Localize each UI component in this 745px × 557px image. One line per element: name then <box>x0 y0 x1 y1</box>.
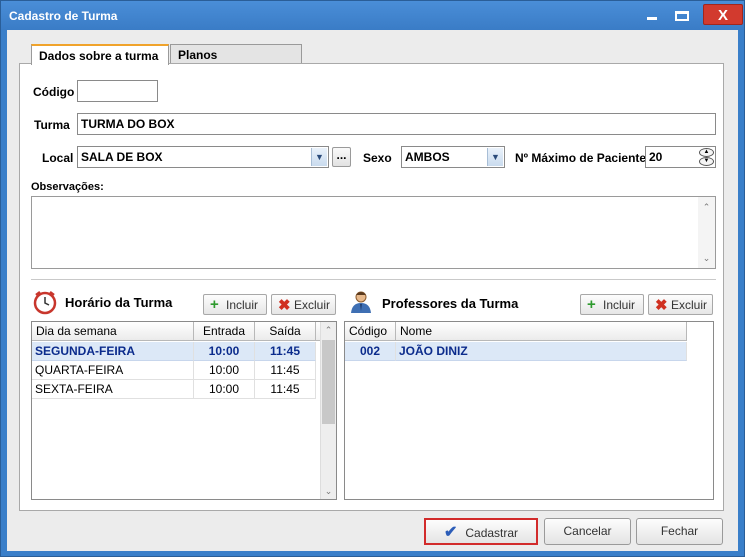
cell-dia: SEXTA-FEIRA <box>32 380 194 399</box>
professores-title: Professores da Turma <box>382 296 519 311</box>
section-divider <box>31 279 716 280</box>
table-row[interactable]: QUARTA-FEIRA 10:00 11:45 <box>32 361 316 380</box>
tab-planos-relacionados[interactable]: Planos relacionados <box>170 44 302 76</box>
title-bar[interactable]: Cadastro de Turma X <box>1 1 744 30</box>
turma-input[interactable]: TURMA DO BOX <box>77 113 716 135</box>
scroll-down-icon[interactable]: ⌄ <box>698 250 715 266</box>
horario-scrollbar[interactable]: ⌃ ⌄ <box>320 322 336 499</box>
scroll-down-icon[interactable]: ⌄ <box>321 483 336 499</box>
horario-grid[interactable]: Dia da semana Entrada Saída SEGUNDA-FEIR… <box>31 321 337 500</box>
cell-entrada: 10:00 <box>194 380 255 399</box>
tab-dados-sobre-a-turma[interactable]: Dados sobre a turma <box>31 44 169 65</box>
cancelar-button[interactable]: Cancelar <box>544 518 631 545</box>
observacoes-label: Observações: <box>31 181 104 193</box>
local-ellipsis-button[interactable]: ... <box>332 147 351 167</box>
local-value: SALA DE BOX <box>81 150 163 164</box>
cell-saida: 11:45 <box>255 380 316 399</box>
local-label: Local <box>42 151 74 165</box>
codigo-label: Código <box>33 85 75 99</box>
chevron-down-icon[interactable]: ▼ <box>487 148 503 166</box>
horario-title: Horário da Turma <box>65 295 173 310</box>
professores-incluir-button[interactable]: + Incluir <box>580 294 644 315</box>
fechar-button[interactable]: Fechar <box>636 518 723 545</box>
column-header-dia[interactable]: Dia da semana <box>32 322 194 341</box>
chevron-down-icon[interactable]: ▼ <box>311 148 327 166</box>
professores-grid-header: Código Nome <box>345 322 687 341</box>
close-button[interactable]: X <box>703 4 743 25</box>
professores-grid[interactable]: Código Nome 002 JOÃO DINIZ <box>344 321 714 500</box>
minimize-button[interactable] <box>639 4 665 25</box>
maximize-icon <box>675 10 689 21</box>
spin-down-icon[interactable]: ▼ <box>699 157 714 166</box>
cadastrar-button[interactable]: ✔ Cadastrar <box>424 518 538 545</box>
sexo-value: AMBOS <box>405 150 450 164</box>
table-row[interactable]: SEGUNDA-FEIRA 10:00 11:45 <box>32 342 316 361</box>
professores-excluir-button[interactable]: ✖ Excluir <box>648 294 713 315</box>
horario-incluir-button[interactable]: + Incluir <box>203 294 267 315</box>
alarm-clock-icon <box>33 291 57 315</box>
x-icon: ✖ <box>655 297 668 314</box>
cell-saida: 11:45 <box>255 342 316 361</box>
cell-dia: SEGUNDA-FEIRA <box>32 342 194 361</box>
horario-excluir-button[interactable]: ✖ Excluir <box>271 294 336 315</box>
horario-incluir-label: Incluir <box>226 298 259 312</box>
checkmark-icon: ✔ <box>443 524 458 541</box>
horario-grid-header: Dia da semana Entrada Saída <box>32 322 322 341</box>
column-header-entrada[interactable]: Entrada <box>194 322 255 341</box>
sexo-select[interactable]: AMBOS ▼ <box>401 146 505 168</box>
cell-entrada: 10:00 <box>194 342 255 361</box>
dialog-client: Dados sobre a turma Planos relacionados … <box>7 30 738 551</box>
cell-codigo: 002 <box>345 342 396 361</box>
max-pacientes-spinner[interactable]: 20 ▲ ▼ <box>645 146 716 168</box>
x-icon: ✖ <box>278 297 291 314</box>
horario-excluir-label: Excluir <box>294 298 331 312</box>
scroll-up-icon[interactable]: ⌃ <box>321 322 336 338</box>
dialog-window: Cadastro de Turma X Dados sobre a turma … <box>0 0 745 557</box>
max-pacientes-value: 20 <box>649 150 663 164</box>
column-header-saida[interactable]: Saída <box>255 322 316 341</box>
table-row[interactable]: 002 JOÃO DINIZ <box>345 342 687 361</box>
cell-entrada: 10:00 <box>194 361 255 380</box>
cell-dia: QUARTA-FEIRA <box>32 361 194 380</box>
minimize-icon <box>647 17 657 21</box>
local-select[interactable]: SALA DE BOX ▼ <box>77 146 329 168</box>
table-row[interactable]: SEXTA-FEIRA 10:00 11:45 <box>32 380 316 399</box>
max-pacientes-label: Nº Máximo de Paciente <box>515 151 647 165</box>
sexo-label: Sexo <box>363 151 392 165</box>
column-header-codigo[interactable]: Código <box>345 322 396 341</box>
spinner-arrows-icon[interactable]: ▲ ▼ <box>699 148 714 166</box>
maximize-button[interactable] <box>669 4 695 25</box>
codigo-input[interactable] <box>77 80 158 102</box>
plus-icon: + <box>210 296 219 313</box>
person-icon <box>351 291 371 313</box>
professores-incluir-label: Incluir <box>603 298 636 312</box>
observacoes-textarea[interactable]: ⌃ ⌄ <box>31 196 716 269</box>
window-title: Cadastro de Turma <box>9 9 118 23</box>
spin-up-icon[interactable]: ▲ <box>699 148 714 157</box>
cell-saida: 11:45 <box>255 361 316 380</box>
scroll-up-icon[interactable]: ⌃ <box>698 199 715 215</box>
tab-panel: Código Turma TURMA DO BOX Local SALA DE … <box>19 63 724 511</box>
observacoes-scrollbar[interactable]: ⌃ ⌄ <box>698 197 715 268</box>
plus-icon: + <box>587 296 596 313</box>
cadastrar-label: Cadastrar <box>465 526 519 540</box>
scrollbar-thumb[interactable] <box>322 340 335 424</box>
cell-nome: JOÃO DINIZ <box>396 342 687 361</box>
column-header-nome[interactable]: Nome <box>396 322 687 341</box>
professores-excluir-label: Excluir <box>671 298 708 312</box>
turma-label: Turma <box>34 118 70 132</box>
